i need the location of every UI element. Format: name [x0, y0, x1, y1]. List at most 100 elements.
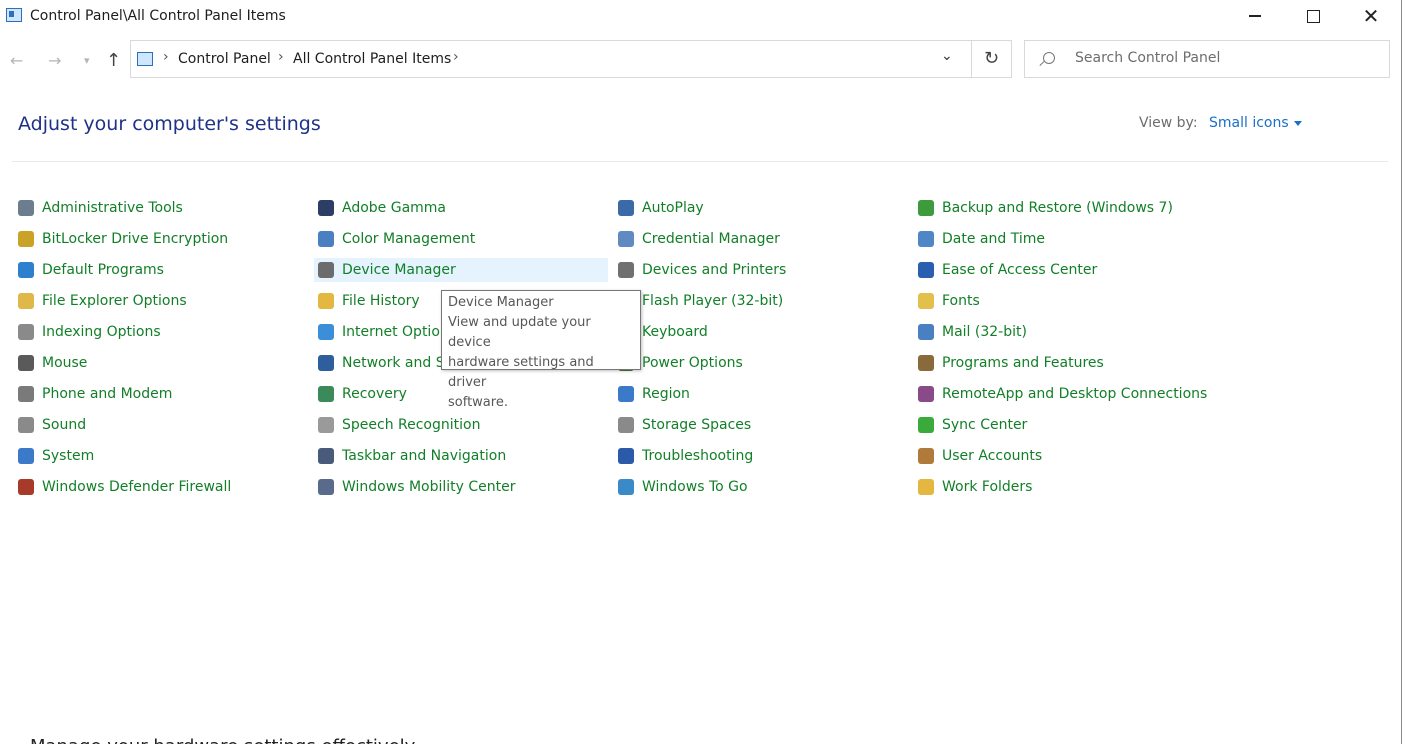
item-label: Windows Mobility Center	[342, 479, 516, 495]
maximize-button[interactable]	[1284, 0, 1342, 32]
control-panel-item-work-folders[interactable]: Work Folders	[918, 475, 1032, 499]
recent-locations-button[interactable]: ▾	[84, 44, 90, 78]
control-panel-item-windows-defender-firewall[interactable]: Windows Defender Firewall	[18, 475, 231, 499]
control-panel-item-credential-manager[interactable]: Credential Manager	[618, 227, 780, 251]
item-label: Administrative Tools	[42, 200, 183, 216]
control-panel-item-programs-and-features[interactable]: Programs and Features	[918, 351, 1104, 375]
back-button[interactable]: ←	[10, 44, 23, 78]
control-panel-item-fonts[interactable]: Fonts	[918, 289, 980, 313]
fonts-icon	[918, 293, 934, 309]
item-label: Flash Player (32-bit)	[642, 293, 784, 309]
item-label: Region	[642, 386, 690, 402]
item-label: AutoPlay	[642, 200, 704, 216]
chevron-right-icon[interactable]: ›	[163, 49, 169, 65]
tooltip-title: Device Manager	[448, 295, 554, 310]
control-panel-item-mouse[interactable]: Mouse	[18, 351, 87, 375]
up-button[interactable]: ↑	[106, 44, 121, 78]
control-panel-item-autoplay[interactable]: AutoPlay	[618, 196, 704, 220]
programs-icon	[918, 355, 934, 371]
sync-icon	[918, 417, 934, 433]
control-panel-item-user-accounts[interactable]: User Accounts	[918, 444, 1042, 468]
item-label: Adobe Gamma	[342, 200, 447, 216]
control-panel-item-windows-mobility-center[interactable]: Windows Mobility Center	[318, 475, 516, 499]
item-label: Backup and Restore (Windows 7)	[942, 200, 1173, 216]
control-panel-item-indexing-options[interactable]: Indexing Options	[18, 320, 161, 344]
minimize-button[interactable]	[1226, 0, 1284, 32]
control-panel-item-recovery[interactable]: Recovery	[318, 382, 407, 406]
item-label: Speech Recognition	[342, 417, 481, 433]
control-panel-item-sync-center[interactable]: Sync Center	[918, 413, 1027, 437]
control-panel-item-phone-and-modem[interactable]: Phone and Modem	[18, 382, 172, 406]
breadcrumb-all-items[interactable]: All Control Panel Items	[293, 51, 451, 67]
refresh-button[interactable]: ↻	[972, 40, 1012, 78]
caret-down-icon	[1293, 120, 1302, 126]
microphone-icon	[318, 417, 334, 433]
remoteapp-icon	[918, 386, 934, 402]
user-accounts-icon	[918, 448, 934, 464]
chevron-right-icon[interactable]: ›	[278, 49, 284, 65]
control-panel-item-speech-recognition[interactable]: Speech Recognition	[318, 413, 480, 437]
chevron-down-icon[interactable]: ⌄	[941, 48, 953, 64]
forward-button[interactable]: →	[48, 44, 61, 78]
clock-icon	[918, 231, 934, 247]
control-panel-item-file-explorer-options[interactable]: File Explorer Options	[18, 289, 187, 313]
phone-icon	[18, 386, 34, 402]
control-panel-item-internet-options[interactable]: Internet Options	[318, 320, 456, 344]
chevron-right-icon[interactable]: ›	[453, 49, 459, 65]
item-label: System	[42, 448, 95, 464]
address-bar[interactable]: › Control Panel › All Control Panel Item…	[130, 40, 972, 78]
item-label: Troubleshooting	[642, 448, 754, 464]
view-by-value: Small icons	[1209, 115, 1289, 131]
control-panel-item-devices-and-printers[interactable]: Devices and Printers	[618, 258, 786, 282]
tooltip-line: software.	[448, 395, 508, 410]
control-panel-item-ease-of-access-center[interactable]: Ease of Access Center	[918, 258, 1097, 282]
search-box[interactable]	[1024, 40, 1390, 78]
title-bar[interactable]: Control Panel\All Control Panel Items ✕	[0, 0, 1401, 34]
system-icon	[18, 448, 34, 464]
control-panel-item-date-and-time[interactable]: Date and Time	[918, 227, 1045, 251]
item-label: File History	[342, 293, 420, 309]
color-icon	[318, 231, 334, 247]
refresh-icon: ↻	[983, 48, 1000, 69]
device-manager-icon	[318, 262, 334, 278]
control-panel-item-sound[interactable]: Sound	[18, 413, 86, 437]
control-panel-item-file-history[interactable]: File History	[318, 289, 420, 313]
close-icon: ✕	[1362, 4, 1380, 28]
close-button[interactable]: ✕	[1342, 0, 1400, 32]
item-label: Windows Defender Firewall	[42, 479, 232, 495]
control-panel-item-administrative-tools[interactable]: Administrative Tools	[18, 196, 183, 220]
control-panel-item-remoteapp-and-desktop-connections[interactable]: RemoteApp and Desktop Connections	[918, 382, 1207, 406]
control-panel-icon	[137, 52, 153, 66]
window-title: Control Panel\All Control Panel Items	[30, 8, 286, 24]
item-label: Work Folders	[942, 479, 1033, 495]
item-label: Date and Time	[942, 231, 1045, 247]
item-label: BitLocker Drive Encryption	[42, 231, 229, 247]
control-panel-item-storage-spaces[interactable]: Storage Spaces	[618, 413, 751, 437]
firewall-icon	[18, 479, 34, 495]
folder-options-icon	[18, 293, 34, 309]
control-panel-item-adobe-gamma[interactable]: Adobe Gamma	[318, 196, 446, 220]
control-panel-item-device-manager[interactable]: Device Manager	[314, 258, 608, 282]
windows-to-go-icon	[618, 479, 634, 495]
item-label: Keyboard	[642, 324, 708, 340]
breadcrumb-control-panel[interactable]: Control Panel	[178, 51, 271, 67]
control-panel-item-taskbar-and-navigation[interactable]: Taskbar and Navigation	[318, 444, 506, 468]
printer-icon	[618, 262, 634, 278]
mail-icon	[918, 324, 934, 340]
tooltip-line: hardware settings and driver	[448, 355, 594, 390]
control-panel-item-bitlocker-drive-encryption[interactable]: BitLocker Drive Encryption	[18, 227, 228, 251]
control-panel-item-system[interactable]: System	[18, 444, 94, 468]
backup-icon	[918, 200, 934, 216]
item-label: Mouse	[42, 355, 88, 371]
control-panel-item-default-programs[interactable]: Default Programs	[18, 258, 164, 282]
control-panel-item-mail-32-bit[interactable]: Mail (32-bit)	[918, 320, 1027, 344]
search-input[interactable]	[1073, 49, 1377, 67]
item-label: Indexing Options	[42, 324, 161, 340]
control-panel-item-troubleshooting[interactable]: Troubleshooting	[618, 444, 753, 468]
control-panel-item-backup-and-restore-windows-7[interactable]: Backup and Restore (Windows 7)	[918, 196, 1173, 220]
view-by-label: View by:	[1139, 115, 1198, 131]
control-panel-item-flash-player-32-bit[interactable]: Flash Player (32-bit)	[618, 289, 783, 313]
control-panel-item-windows-to-go[interactable]: Windows To Go	[618, 475, 748, 499]
control-panel-item-color-management[interactable]: Color Management	[318, 227, 475, 251]
view-by-dropdown[interactable]: Small icons	[1209, 115, 1302, 131]
